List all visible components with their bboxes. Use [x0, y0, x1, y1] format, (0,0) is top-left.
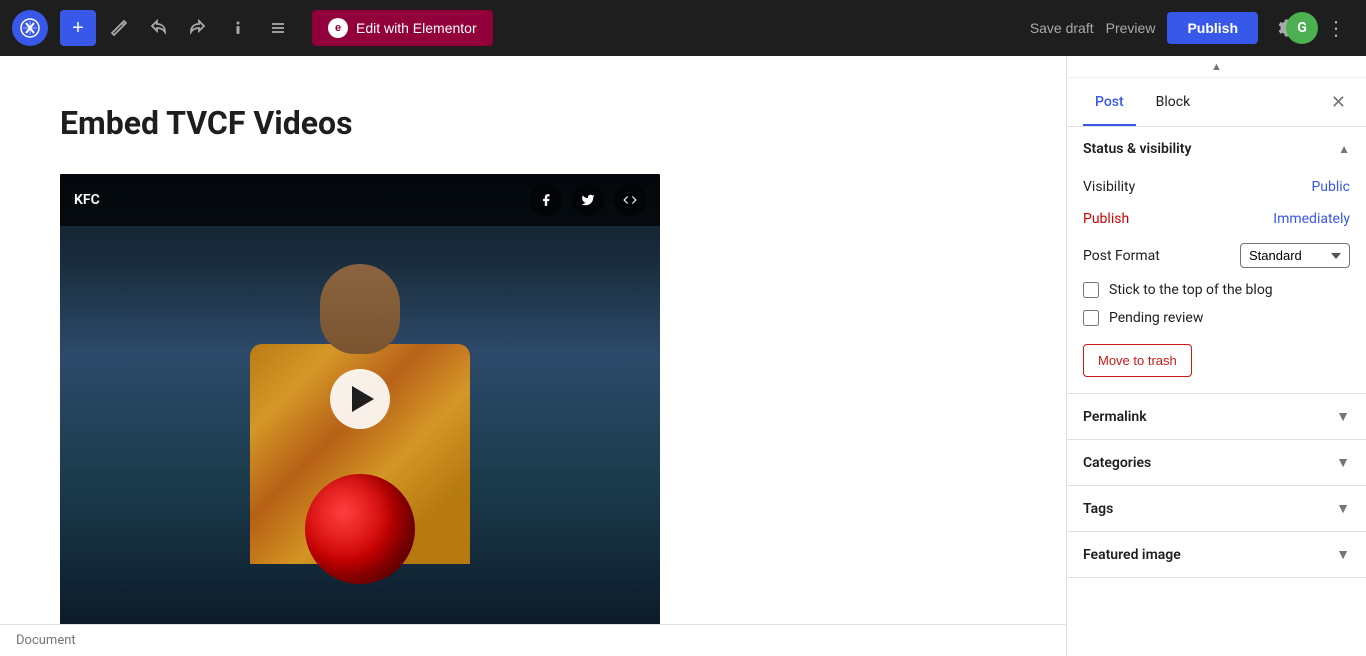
sidebar-close-button[interactable]: ✕: [1327, 88, 1350, 117]
toolbar: + e Edit with Elementor G Save: [0, 0, 1366, 56]
video-play-button[interactable]: [330, 369, 390, 429]
featured-image-chevron-icon: ▼: [1336, 546, 1350, 563]
embed-code-button[interactable]: [614, 184, 646, 216]
video-header: KFC: [60, 174, 660, 226]
facebook-share-button[interactable]: [530, 184, 562, 216]
stick-top-label[interactable]: Stick to the top of the blog: [1109, 282, 1273, 298]
elementor-icon: e: [328, 18, 348, 38]
tab-block[interactable]: Block: [1144, 78, 1203, 126]
stick-to-top-row: Stick to the top of the blog: [1083, 276, 1350, 304]
stick-top-checkbox[interactable]: [1083, 282, 1099, 298]
video-person-body: [220, 244, 500, 624]
tags-section: Tags ▼: [1067, 486, 1366, 532]
categories-header[interactable]: Categories ▼: [1067, 440, 1366, 485]
categories-section: Categories ▼: [1067, 440, 1366, 486]
tags-chevron-icon: ▼: [1336, 500, 1350, 517]
featured-image-section: Featured image ▼: [1067, 532, 1366, 578]
visibility-value[interactable]: Public: [1311, 179, 1350, 195]
move-to-trash-button[interactable]: Move to trash: [1083, 344, 1192, 377]
status-visibility-content: Visibility Public Publish Immediately Po…: [1067, 171, 1366, 393]
pending-review-label[interactable]: Pending review: [1109, 310, 1203, 326]
main-wrapper: Embed TVCF Videos KFC: [0, 56, 1366, 656]
avatar: G: [1286, 12, 1318, 44]
publish-row: Publish Immediately: [1083, 203, 1350, 235]
publish-label[interactable]: Publish: [1083, 211, 1129, 227]
wp-logo-button[interactable]: [12, 10, 48, 46]
post-format-label: Post Format: [1083, 248, 1160, 264]
sidebar-tabs: Post Block ✕: [1067, 78, 1366, 127]
twitter-share-button[interactable]: [572, 184, 604, 216]
video-thumbnail[interactable]: [60, 174, 660, 624]
scroll-indicator: ▲: [1067, 56, 1366, 78]
visibility-label: Visibility: [1083, 179, 1135, 195]
featured-image-header[interactable]: Featured image ▼: [1067, 532, 1366, 577]
status-visibility-header[interactable]: Status & visibility ▲: [1067, 127, 1366, 171]
undo-button[interactable]: [140, 10, 176, 46]
add-block-button[interactable]: +: [60, 10, 96, 46]
post-format-select[interactable]: Standard Aside Image Video Quote Link Ga…: [1240, 243, 1350, 268]
list-view-button[interactable]: [260, 10, 296, 46]
elementor-button[interactable]: e Edit with Elementor: [312, 10, 493, 46]
toolbar-right: G Save draft Preview Publish ⋮: [1030, 10, 1354, 46]
status-visibility-section: Status & visibility ▲ Visibility Public …: [1067, 127, 1366, 394]
save-draft-button[interactable]: Save draft: [1030, 20, 1094, 36]
edit-pen-button[interactable]: [100, 10, 136, 46]
status-chevron-icon: ▲: [1338, 142, 1350, 156]
categories-chevron-icon: ▼: [1336, 454, 1350, 471]
document-status: Document: [16, 633, 76, 648]
preview-button[interactable]: Preview: [1106, 20, 1156, 36]
publish-value[interactable]: Immediately: [1273, 211, 1350, 227]
video-brand: KFC: [74, 192, 100, 208]
pending-review-row: Pending review: [1083, 304, 1350, 332]
tab-post[interactable]: Post: [1083, 78, 1136, 126]
pending-review-checkbox[interactable]: [1083, 310, 1099, 326]
status-bar: Document: [0, 624, 1066, 656]
permalink-header[interactable]: Permalink ▼: [1067, 394, 1366, 439]
permalink-chevron-icon: ▼: [1336, 408, 1350, 425]
post-title: Embed TVCF Videos: [60, 104, 1006, 142]
tags-header[interactable]: Tags ▼: [1067, 486, 1366, 531]
redo-button[interactable]: [180, 10, 216, 46]
publish-button[interactable]: Publish: [1167, 12, 1258, 44]
visibility-row: Visibility Public: [1083, 171, 1350, 203]
permalink-section: Permalink ▼: [1067, 394, 1366, 440]
video-block: KFC: [60, 174, 660, 653]
video-icons: [530, 184, 646, 216]
editor-area[interactable]: Embed TVCF Videos KFC: [0, 56, 1066, 656]
sidebar: ▲ Post Block ✕ Status & visibility ▲ Vis…: [1066, 56, 1366, 656]
post-format-row: Post Format Standard Aside Image Video Q…: [1083, 235, 1350, 276]
more-options-button[interactable]: ⋮: [1318, 12, 1354, 45]
info-button[interactable]: [220, 10, 256, 46]
